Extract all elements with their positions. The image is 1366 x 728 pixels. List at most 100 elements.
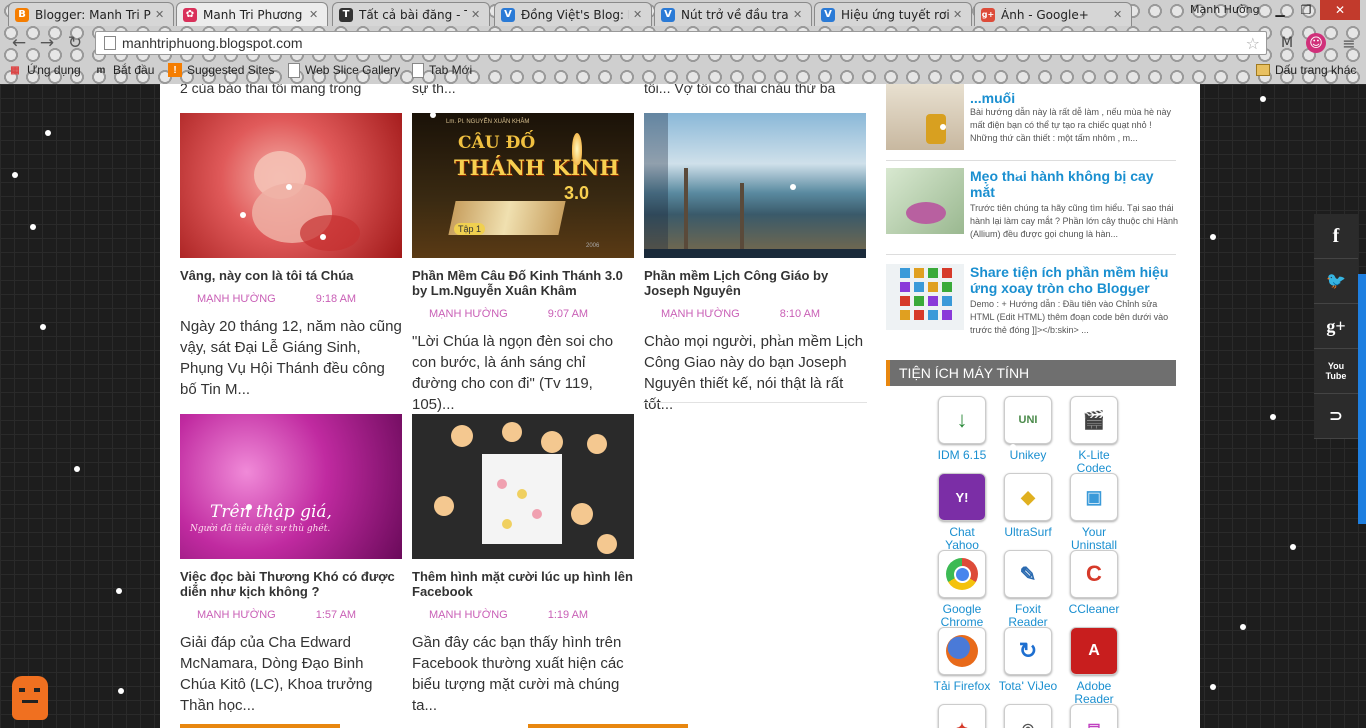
app-partial[interactable]: ◎ xyxy=(998,704,1058,728)
thumb-author-text: Lm. Pl. NGUYỄN XUÂN KHÂM xyxy=(446,119,530,125)
snowflake xyxy=(790,184,796,190)
youtube-icon[interactable]: You Tube xyxy=(1314,349,1358,394)
app-yahoo[interactable]: Y! Chat Yahoo xyxy=(932,473,992,552)
app-total-video[interactable]: ↻ Total ViJeo xyxy=(998,627,1058,706)
app-label: Adobe Reader xyxy=(1074,680,1114,706)
bookmark-start[interactable]: m Bắt đầu xyxy=(94,61,155,79)
profile-name[interactable]: Mạnh Hường xyxy=(1190,3,1260,16)
post-time[interactable]: 8:10 AM xyxy=(780,308,820,320)
snowflake xyxy=(1270,414,1276,420)
app-partial[interactable]: ✦ xyxy=(932,704,992,728)
app-adobe-reader[interactable]: A Adobe Reader xyxy=(1064,627,1124,706)
tab-snow-effect[interactable]: V Hiệu ứng tuyết rơi t ✕ xyxy=(814,2,972,26)
post-thumbnail[interactable] xyxy=(644,113,866,258)
window-close-icon[interactable]: ✕ xyxy=(1320,0,1360,20)
app-chrome[interactable]: Google Chrome xyxy=(932,550,992,629)
post-thumbnail[interactable] xyxy=(412,414,634,559)
sidebar-thumbnail[interactable] xyxy=(886,264,964,330)
blogger-icon: B xyxy=(15,7,29,22)
bookmark-web-slice[interactable]: Web Slice Gallery xyxy=(288,61,400,79)
maximize-icon[interactable]: ❐ xyxy=(1294,0,1318,20)
post-title[interactable]: Việc đọc bài Thương Khó có được diễn như… xyxy=(180,569,402,599)
url-text: manhtriphuong.blogspot.com xyxy=(122,35,303,51)
tab-all-posts[interactable]: T Tất cả bài đăng - Te ✕ xyxy=(332,2,490,26)
post-title[interactable]: Phần Mềm Câu Đố Kinh Thánh 3.0 by Lm.Ngu… xyxy=(412,268,634,298)
back-icon[interactable]: ← xyxy=(8,32,30,54)
post-author[interactable]: MẠNH HƯỜNG xyxy=(197,609,276,621)
bookmark-apps[interactable]: ▦ Ứng dụng xyxy=(8,61,80,79)
close-icon[interactable]: ✕ xyxy=(633,8,645,21)
post-meta: MẠNH HƯỜNG 8:10 AM xyxy=(644,308,866,320)
sidebar-post[interactable]: ...muối Bài hướng dẫn này là rất dễ làm … xyxy=(886,84,1176,150)
post-author[interactable]: MẠNH HƯỜNG xyxy=(429,609,508,621)
tab-back-to-top[interactable]: V Nút trở về đầu trang ✕ xyxy=(654,2,812,26)
post-thumbnail[interactable]: Trên thập giá, Người đã tiêu diệt sự thù… xyxy=(180,414,402,559)
tab-google-plus[interactable]: g+ Ảnh - Google+ ✕ xyxy=(974,2,1132,26)
close-icon[interactable]: ✕ xyxy=(793,8,805,21)
app-ultrasurf[interactable]: ◆ UltraSurf xyxy=(998,473,1058,552)
close-icon[interactable]: ✕ xyxy=(1113,8,1125,21)
sidebar-thumbnail[interactable] xyxy=(886,168,964,234)
thumb-version: 3.0 xyxy=(564,183,590,203)
post-author[interactable]: MẠNH HƯỜNG xyxy=(197,293,276,305)
bookmark-suggested[interactable]: ! Suggested Sites xyxy=(168,61,274,79)
post-title[interactable]: Vâng, này con là tôi tá Chúa xyxy=(180,268,402,283)
post-time[interactable]: 9:07 AM xyxy=(548,308,588,320)
forward-icon[interactable]: → xyxy=(36,32,58,54)
snowflake xyxy=(1210,234,1216,240)
app-klite[interactable]: 🎬 K-Lite Codec xyxy=(1064,396,1124,475)
post-time[interactable]: 1:19 AM xyxy=(548,609,588,621)
mascot-icon[interactable] xyxy=(12,676,48,720)
bookmark-other[interactable]: Dấu trang khác xyxy=(1256,61,1356,79)
snowflake xyxy=(780,334,786,340)
snowflake xyxy=(1260,96,1266,102)
sidebar-post-desc: Trước tiên chúng ta hãy cũng tìm hiểu. T… xyxy=(970,203,1179,239)
post-author[interactable]: MẠNH HƯỜNG xyxy=(429,308,508,320)
app-idm[interactable]: ↓ IDM 6.15 xyxy=(932,396,992,475)
tab-dong-viet[interactable]: V Đồng Việt's Blog: B ✕ xyxy=(494,2,652,26)
address-bar[interactable]: manhtriphuong.blogspot.com ☆ xyxy=(95,31,1267,55)
scrollbar-thumb[interactable] xyxy=(1358,274,1366,524)
post-meta: MẠNH HƯỜNG 1:57 AM xyxy=(180,609,402,621)
reload-icon[interactable]: ↻ xyxy=(64,32,86,54)
sidebar-post-title[interactable]: ...muối xyxy=(970,90,1180,106)
bookmark-new-tab[interactable]: Tab Mới xyxy=(412,61,472,79)
close-icon[interactable]: ✕ xyxy=(309,8,321,21)
google-plus-icon[interactable]: g+ xyxy=(1314,304,1358,349)
tab-blogger[interactable]: B Blogger: Manh Tri P ✕ xyxy=(8,2,174,26)
post-title[interactable]: Phần mềm Lịch Công Giáo by Joseph Nguyên xyxy=(644,268,866,298)
minimize-icon[interactable]: ▁ xyxy=(1268,0,1292,20)
menu-icon[interactable]: ≡ xyxy=(1338,32,1360,54)
app-ccleaner[interactable]: C CCleaner xyxy=(1064,550,1124,629)
bookmark-star-icon[interactable]: ☆ xyxy=(1246,34,1260,53)
tab-manh-tri-phuong[interactable]: ✿ Manh Tri Phương B ✕ xyxy=(176,2,328,26)
bookmark-label: Suggested Sites xyxy=(187,63,275,77)
post-title[interactable]: Thêm hình mặt cười lúc up hình lên Faceb… xyxy=(412,569,634,599)
app-unikey[interactable]: UNI Unikey xyxy=(998,396,1058,475)
snowflake xyxy=(1130,282,1136,288)
fence-post xyxy=(740,183,744,253)
apps-grid-icon: ▦ xyxy=(10,64,20,76)
twitter-icon[interactable]: 🐦 xyxy=(1314,259,1358,304)
app-foxit[interactable]: ✎ Foxit Reader xyxy=(998,550,1058,629)
app-your-uninstall[interactable]: ▣ Your Uninstall xyxy=(1064,473,1124,552)
facebook-icon[interactable]: f xyxy=(1314,214,1358,259)
app-partial[interactable]: ▤ xyxy=(1064,704,1124,728)
app-firefox[interactable]: Tải Firefox xyxy=(932,627,992,706)
rss-icon[interactable]: ⊃ xyxy=(1314,394,1358,439)
sidebar-post[interactable]: Mẹo thái hành không bị cay mắt Trước tiê… xyxy=(886,168,1178,244)
sidebar-post[interactable]: Share tiện ích phần mềm hiệu ứng xoay tr… xyxy=(886,264,1176,342)
post-thumbnail[interactable]: Lm. Pl. NGUYỄN XUÂN KHÂM CÂU ĐỐ THÁNH KI… xyxy=(412,113,634,258)
extension-smiley-icon[interactable]: ☺ xyxy=(1306,33,1326,53)
gmail-icon[interactable]: M xyxy=(1276,32,1298,54)
sidebar-post-title[interactable]: Share tiện ích phần mềm hiệu ứng xoay tr… xyxy=(970,264,1180,296)
partial-excerpt: tôi... Vợ tôi có thai cháu thứ ba xyxy=(644,84,836,96)
close-icon[interactable]: ✕ xyxy=(953,8,965,21)
sidebar-post-title[interactable]: Mẹo thái hành không bị cay mắt xyxy=(970,168,1180,200)
post-time[interactable]: 1:57 AM xyxy=(316,609,356,621)
close-icon[interactable]: ✕ xyxy=(471,8,483,21)
post-time[interactable]: 9:18 AM xyxy=(316,293,356,305)
close-icon[interactable]: ✕ xyxy=(155,8,167,21)
post-author[interactable]: MẠNH HƯỜNG xyxy=(661,308,740,320)
sidebar-thumbnail[interactable] xyxy=(886,84,964,150)
